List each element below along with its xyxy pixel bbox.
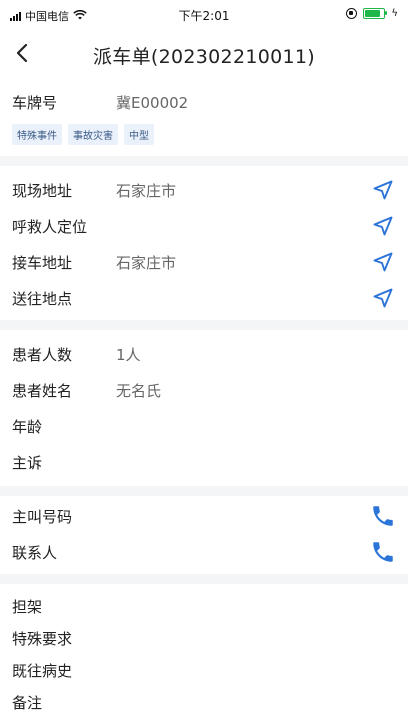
special-requirement-row: 特殊要求 xyxy=(0,620,408,656)
chevron-left-icon xyxy=(16,43,28,63)
caller-location-row: 呼救人定位 xyxy=(0,208,408,244)
pickup-address-row: 接车地址 石家庄市 xyxy=(0,244,408,280)
medical-history-row: 既往病史 xyxy=(0,652,408,688)
scene-address-label: 现场地址 xyxy=(12,182,73,200)
status-bar: 中国电信 下午2:01 ϟ xyxy=(0,0,408,30)
destination-label: 送往地点 xyxy=(12,290,73,308)
section-divider xyxy=(0,574,408,584)
contact-person-row: 联系人 xyxy=(0,534,408,570)
plate-row: 车牌号 冀E00002 xyxy=(0,84,408,120)
contact-person-label: 联系人 xyxy=(12,544,58,562)
tag-special-event: 特殊事件 xyxy=(12,124,62,145)
age-label: 年龄 xyxy=(12,418,43,436)
navigation-arrow-icon xyxy=(373,252,393,272)
stretcher-row: 担架 xyxy=(0,588,408,624)
battery-icon xyxy=(363,8,388,19)
extra-section: 担架 特殊要求 既往病史 备注 xyxy=(0,584,408,720)
pickup-address-value: 石家庄市 xyxy=(116,254,177,272)
patient-name-row: 患者姓名 无名氏 xyxy=(0,372,408,408)
navigate-button[interactable] xyxy=(370,213,396,239)
nav-bar: 派车单(202302210011) xyxy=(0,30,408,76)
medical-history-label: 既往病史 xyxy=(12,662,73,680)
status-right: ϟ xyxy=(346,8,398,19)
patient-count-label: 患者人数 xyxy=(12,346,73,364)
back-button[interactable] xyxy=(8,38,38,68)
navigation-arrow-icon xyxy=(373,180,393,200)
page-title: 派车单(202302210011) xyxy=(93,46,315,68)
pickup-address-label: 接车地址 xyxy=(12,254,73,272)
stretcher-label: 担架 xyxy=(12,598,43,616)
patient-count-row: 患者人数 1人 xyxy=(0,336,408,372)
destination-row: 送往地点 xyxy=(0,280,408,316)
age-row: 年龄 xyxy=(0,408,408,444)
section-divider xyxy=(0,156,408,166)
call-button[interactable] xyxy=(370,539,396,565)
navigate-button[interactable] xyxy=(370,249,396,275)
navigate-button[interactable] xyxy=(370,177,396,203)
contact-section: 主叫号码 联系人 xyxy=(0,496,408,572)
caller-number-row: 主叫号码 xyxy=(0,498,408,534)
dispatch-order-page: 中国电信 下午2:01 ϟ 派车单(202302210011) 车牌号 冀E00… xyxy=(0,0,408,720)
notes-label: 备注 xyxy=(12,694,43,712)
orientation-lock-icon xyxy=(346,8,358,19)
complaint-row: 主诉 xyxy=(0,444,408,480)
phone-icon xyxy=(373,542,393,562)
section-divider xyxy=(0,320,408,330)
navigate-button[interactable] xyxy=(370,285,396,311)
plate-label: 车牌号 xyxy=(12,94,58,112)
section-divider xyxy=(0,486,408,496)
tag-accident-disaster: 事故灾害 xyxy=(68,124,118,145)
address-section: 现场地址 石家庄市 呼救人定位 接车地址 石家庄市 送往地点 xyxy=(0,166,408,316)
patient-section: 患者人数 1人 患者姓名 无名氏 年龄 主诉 xyxy=(0,330,408,482)
scene-address-row: 现场地址 石家庄市 xyxy=(0,172,408,208)
patient-count-value: 1人 xyxy=(116,346,141,364)
patient-name-value: 无名氏 xyxy=(116,382,162,400)
tag-medium: 中型 xyxy=(124,124,154,145)
caller-location-label: 呼救人定位 xyxy=(12,218,88,236)
complaint-label: 主诉 xyxy=(12,454,43,472)
caller-number-label: 主叫号码 xyxy=(12,508,73,526)
special-requirement-label: 特殊要求 xyxy=(12,630,73,648)
phone-icon xyxy=(373,506,393,526)
event-tags: 特殊事件 事故灾害 中型 xyxy=(12,124,154,145)
plate-value: 冀E00002 xyxy=(116,94,189,112)
notes-row: 备注 xyxy=(0,684,408,720)
patient-name-label: 患者姓名 xyxy=(12,382,73,400)
call-button[interactable] xyxy=(370,503,396,529)
navigation-arrow-icon xyxy=(373,288,393,308)
scene-address-value: 石家庄市 xyxy=(116,182,177,200)
navigation-arrow-icon xyxy=(373,216,393,236)
charging-icon: ϟ xyxy=(391,8,398,19)
